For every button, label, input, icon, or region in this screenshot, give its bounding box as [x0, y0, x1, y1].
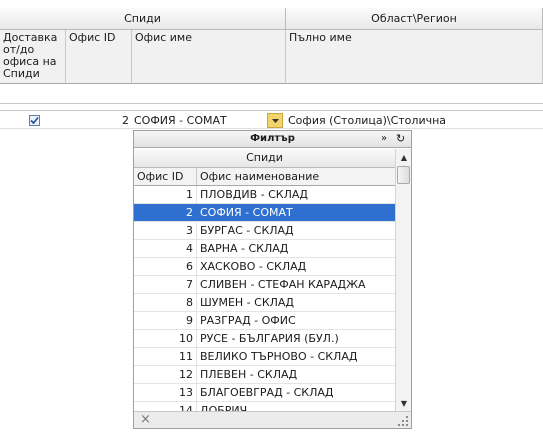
close-icon[interactable]: ×: [140, 412, 151, 428]
list-item[interactable]: 4 ВАРНА - СКЛАД: [134, 240, 395, 258]
list-item-name: ШУМЕН - СКЛАД: [200, 296, 295, 309]
filter-label: Филтър: [250, 133, 295, 144]
band-speedy[interactable]: Спиди: [0, 8, 286, 30]
list-item-name: СОФИЯ - СОМАТ: [200, 206, 293, 219]
list-item-name: ДОБРИЧ: [200, 404, 248, 411]
office-combo-button[interactable]: [267, 113, 283, 128]
band-region[interactable]: Област\Регион: [286, 8, 543, 30]
resize-grip-icon[interactable]: [398, 416, 408, 426]
checkmark-icon: [29, 115, 40, 126]
list-item-id: 6: [134, 258, 197, 275]
dropdown-arrow-icon: [271, 118, 279, 123]
dropdown-scrollbar[interactable]: ▲ ▼: [395, 149, 411, 411]
list-item[interactable]: 3 БУРГАС - СКЛАД: [134, 222, 395, 240]
list-item-name: ВАРНА - СКЛАД: [200, 242, 289, 255]
scrollbar-thumb[interactable]: [397, 166, 410, 184]
list-item-name: СЛИВЕН - СТЕФАН КАРАДЖА: [200, 278, 366, 291]
column-full-name[interactable]: Пълно име: [286, 30, 543, 84]
list-item[interactable]: 6 ХАСКОВО - СКЛАД: [134, 258, 395, 276]
refresh-icon[interactable]: ↻: [396, 132, 405, 146]
list-item-id: 1: [134, 186, 197, 203]
list-item-name: ПЛОВДИВ - СКЛАД: [200, 188, 308, 201]
row-separator: [0, 110, 543, 111]
list-item[interactable]: 7 СЛИВЕН - СТЕФАН КАРАДЖА: [134, 276, 395, 294]
scroll-down-icon[interactable]: ▼: [396, 395, 412, 411]
list-item-name: РАЗГРАД - ОФИС: [200, 314, 296, 327]
list-item[interactable]: 11 ВЕЛИКО ТЪРНОВО - СКЛАД: [134, 348, 395, 366]
list-item-id: 12: [134, 366, 197, 383]
column-office-id[interactable]: Офис ID: [66, 30, 132, 84]
list-item-id: 3: [134, 222, 197, 239]
filter-bar[interactable]: Филтър: [134, 131, 411, 148]
row-full-name[interactable]: София (Столица)\Столична: [288, 112, 538, 129]
data-row[interactable]: 2 СОФИЯ - СОМАТ София (Столица)\Столична: [0, 112, 543, 129]
list-item-name: ВЕЛИКО ТЪРНОВО - СКЛАД: [200, 350, 358, 363]
list-item-id: 4: [134, 240, 197, 257]
list-item-id: 8: [134, 294, 197, 311]
delivery-checkbox[interactable]: [29, 115, 40, 126]
scroll-up-icon[interactable]: ▲: [396, 149, 412, 165]
dropdown-footer: ×: [134, 411, 411, 428]
list-item-name: РУСЕ - БЪЛГАРИЯ (БУЛ.): [200, 332, 339, 345]
column-office-name[interactable]: Офис име: [132, 30, 286, 84]
list-item-id: 13: [134, 384, 197, 401]
filter-row-separator: [0, 103, 543, 104]
list-item-name: БУРГАС - СКЛАД: [200, 224, 294, 237]
list-item[interactable]: 8 ШУМЕН - СКЛАД: [134, 294, 395, 312]
list-item[interactable]: 12 ПЛЕВЕН - СКЛАД: [134, 366, 395, 384]
list-item-id: 2: [134, 204, 197, 221]
dropdown-list[interactable]: 1 ПЛОВДИВ - СКЛАД 2 СОФИЯ - СОМАТ 3 БУРГАС - …: [134, 186, 395, 411]
list-item-id: 7: [134, 276, 197, 293]
dropdown-column-office-id[interactable]: Офис ID: [134, 168, 197, 186]
double-chevron-icon[interactable]: »: [381, 133, 387, 145]
row-office-id[interactable]: 2: [66, 112, 129, 129]
list-item-name: БЛАГОЕВГРАД - СКЛАД: [200, 386, 334, 399]
list-item-id: 10: [134, 330, 197, 347]
list-item-id: 11: [134, 348, 197, 365]
list-item-id: 9: [134, 312, 197, 329]
list-item[interactable]: 1 ПЛОВДИВ - СКЛАД: [134, 186, 395, 204]
list-item[interactable]: 14 ДОБРИЧ: [134, 402, 395, 411]
column-delivery[interactable]: Доставка от/до офиса на Спиди: [0, 30, 66, 84]
list-item-name: ХАСКОВО - СКЛАД: [200, 260, 307, 273]
dropdown-column-office-name[interactable]: Офис наименование: [197, 168, 395, 186]
list-item-selected[interactable]: 2 СОФИЯ - СОМАТ: [134, 204, 395, 222]
list-item[interactable]: 13 БЛАГОЕВГРАД - СКЛАД: [134, 384, 395, 402]
office-dropdown[interactable]: Филтър » ↻ Спиди Офис ID Офис наименован…: [133, 130, 412, 429]
office-combo-value[interactable]: СОФИЯ - СОМАТ: [134, 112, 266, 129]
dropdown-band-speedy[interactable]: Спиди: [134, 149, 395, 168]
list-item[interactable]: 10 РУСЕ - БЪЛГАРИЯ (БУЛ.): [134, 330, 395, 348]
list-item-name: ПЛЕВЕН - СКЛАД: [200, 368, 298, 381]
list-item[interactable]: 9 РАЗГРАД - ОФИС: [134, 312, 395, 330]
list-item-id: 14: [134, 402, 197, 411]
